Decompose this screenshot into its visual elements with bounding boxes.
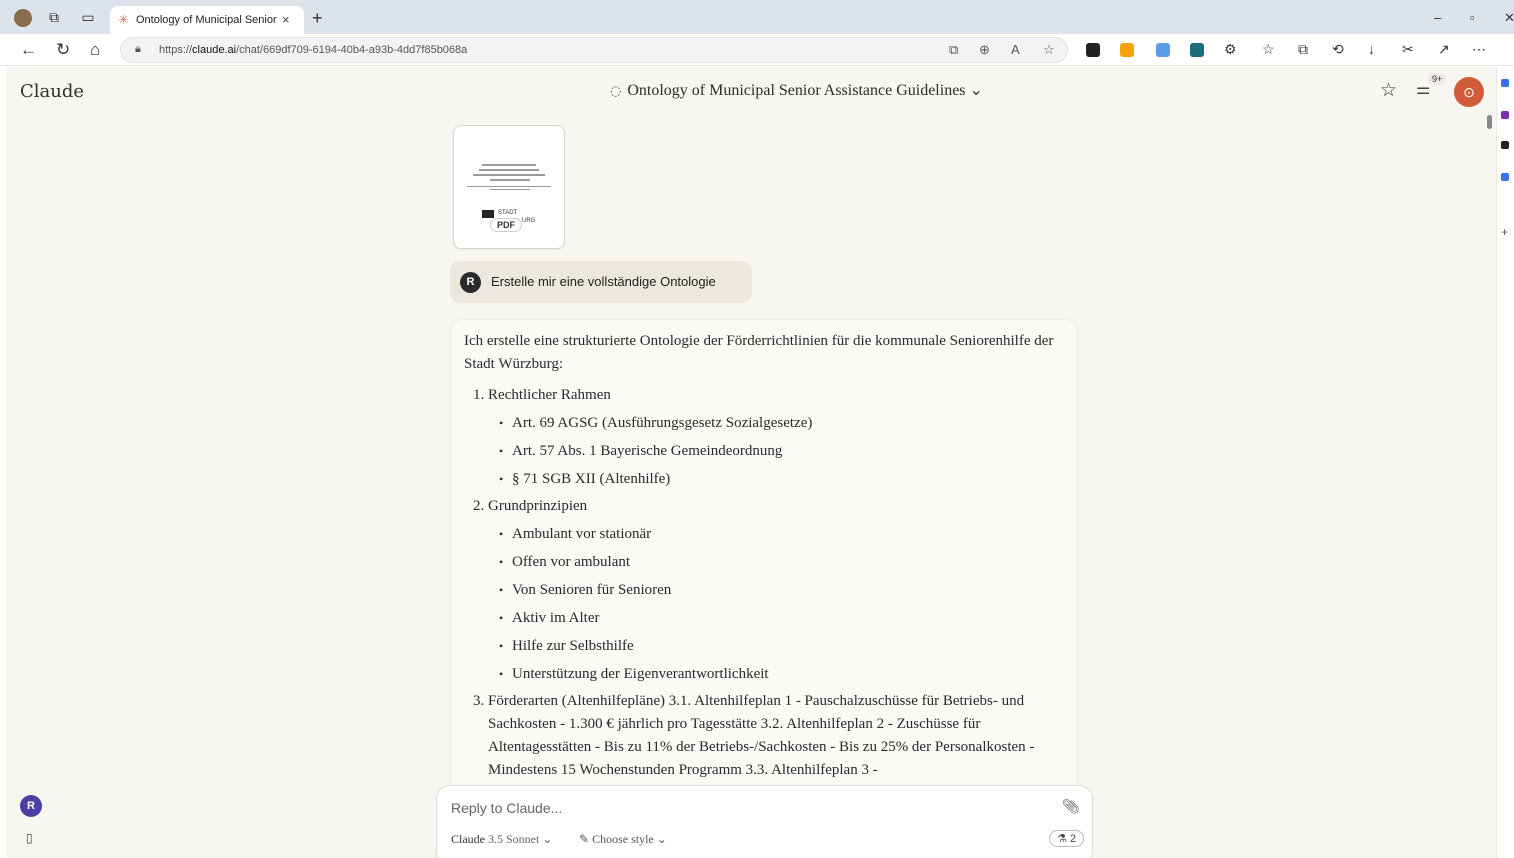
bullet-item: Hilfe zur Selbsthilfe <box>492 635 1064 658</box>
bullet-item: Art. 57 Abs. 1 Bayerische Gemeindeordnun… <box>492 440 1064 463</box>
pdf-text-line <box>479 169 539 171</box>
bullet-list: Ambulant vor stationär Offen vor ambulan… <box>492 523 1064 686</box>
pdf-text-line <box>490 179 530 181</box>
pen-icon: ✎ <box>579 832 590 846</box>
open-in-app-icon[interactable]: ⧉ <box>949 42 958 58</box>
section-item: Rechtlicher Rahmen Art. 69 AGSG (Ausführ… <box>488 384 1064 491</box>
bullet-item: Art. 69 AGSG (Ausführungsgesetz Sozialge… <box>492 412 1064 435</box>
pdf-attachment-card[interactable]: STADT URG PDF <box>453 125 565 249</box>
pdf-stadt-text: STADT <box>498 210 518 216</box>
flask-icon: ⚗ <box>1057 833 1067 845</box>
browser-sidebar: + <box>1496 67 1514 858</box>
bullet-item: § 71 SGB XII (Altenhilfe) <box>492 468 1064 491</box>
sidebar-app-icon[interactable] <box>1501 79 1509 87</box>
favorite-icon[interactable]: ☆ <box>1043 42 1055 58</box>
pdf-trail-text: URG <box>522 218 536 224</box>
browser-tab-strip: ⧉ ▭ ✳ Ontology of Municipal Senior Ass ×… <box>0 0 1514 34</box>
city-logo-icon <box>482 210 494 218</box>
tab-close-icon[interactable]: × <box>282 12 290 27</box>
extension-doc-icon[interactable] <box>1156 43 1170 57</box>
bullet-item: Ambulant vor stationär <box>492 523 1064 546</box>
minimize-button[interactable]: – <box>1434 10 1441 25</box>
screenshot-icon[interactable]: ✂ <box>1402 41 1414 58</box>
pdf-text-line <box>490 189 530 190</box>
style-selector[interactable]: ✎ Choose style ⌄ <box>579 832 667 847</box>
sidebar-copilot-icon[interactable] <box>1501 173 1509 181</box>
extension-link-icon[interactable] <box>1120 43 1134 57</box>
history-icon[interactable]: ⟲ <box>1332 41 1344 58</box>
browser-tab-active[interactable]: ✳ Ontology of Municipal Senior Ass × <box>110 6 304 34</box>
bullet-list: Art. 69 AGSG (Ausführungsgesetz Sozialge… <box>492 412 1064 491</box>
model-selector[interactable]: Claude 3.5 Sonnet ⌄ <box>451 832 552 847</box>
claude-favicon-icon: ✳ <box>118 12 129 27</box>
lock-icon: 🔒︎ <box>135 43 141 55</box>
bullet-item: Von Senioren für Senioren <box>492 579 1064 602</box>
bullet-item: Unterstützung der Eigenverantwortlichkei… <box>492 663 1064 686</box>
section-title: Grundprinzipien <box>488 498 588 514</box>
attachment-count-chip[interactable]: ⚗ 2 <box>1049 830 1085 847</box>
close-window-button[interactable]: ✕ <box>1504 10 1514 26</box>
extensions-icon[interactable]: ⚙ <box>1224 41 1237 58</box>
restore-button[interactable]: ▫ <box>1470 10 1475 25</box>
refresh-icon[interactable]: ↻ <box>56 40 70 60</box>
zoom-icon[interactable]: ⊕ <box>979 42 990 58</box>
response-intro: Ich erstelle eine strukturierte Ontologi… <box>464 333 1054 372</box>
ontology-list: Rechtlicher Rahmen Art. 69 AGSG (Ausführ… <box>488 384 1064 782</box>
address-bar[interactable]: 🔒︎ https://claude.ai/chat/669df709-6194-… <box>120 37 1068 63</box>
notification-badge: 9+ <box>1428 73 1447 85</box>
section-title: Rechtlicher Rahmen <box>488 387 611 403</box>
pdf-badge: PDF <box>490 218 522 232</box>
pdf-text-line <box>467 186 551 187</box>
response-body: Ich erstelle eine strukturierte Ontologi… <box>464 330 1064 786</box>
chat-title[interactable]: ◌ Ontology of Municipal Senior Assistance… <box>610 80 983 100</box>
user-avatar: R <box>460 272 481 293</box>
extension-app-icon[interactable] <box>1190 43 1204 57</box>
sidebar-add-icon[interactable]: + <box>1501 225 1508 239</box>
claude-app: Claude ◌ Ontology of Municipal Senior Ass… <box>6 67 1496 858</box>
collections-icon[interactable]: ⧉ <box>1298 41 1308 58</box>
tab-actions-icon[interactable]: ▭ <box>80 9 96 25</box>
new-tab-button[interactable]: + <box>312 8 323 29</box>
user-message: R Erstelle mir eine vollständige Ontolog… <box>450 261 752 303</box>
pdf-text-line <box>482 164 536 166</box>
account-button[interactable]: ⊙ <box>1454 77 1484 107</box>
section-item: Förderarten (Altenhilfepläne) 3.1. Alten… <box>488 690 1064 782</box>
reply-composer: Reply to Claude... 📎︎ Claude 3.5 Sonnet … <box>436 785 1093 858</box>
favorites-icon[interactable]: ☆ <box>1262 41 1275 58</box>
chat-bubble-icon: ◌ <box>610 84 622 99</box>
home-icon[interactable]: ⌂ <box>90 40 100 60</box>
scrollbar-thumb[interactable] <box>1487 115 1492 129</box>
chevron-down-icon: ⌄ <box>969 82 983 99</box>
user-message-text: Erstelle mir eine vollständige Ontologie <box>491 274 716 289</box>
pdf-text-line <box>473 174 545 176</box>
section-item: Grundprinzipien Ambulant vor stationär O… <box>488 495 1064 686</box>
extension-notion-icon[interactable] <box>1086 43 1100 57</box>
sidebar-toggle-icon[interactable]: ▯ <box>26 831 33 845</box>
star-icon[interactable]: ☆ <box>1380 79 1397 102</box>
tab-title: Ontology of Municipal Senior Ass <box>136 14 278 26</box>
sidebar-onenote-icon[interactable] <box>1501 111 1509 119</box>
read-aloud-icon[interactable]: A <box>1011 42 1020 57</box>
bullet-item: Aktiv im Alter <box>492 607 1064 630</box>
reply-input[interactable]: Reply to Claude... <box>451 800 562 816</box>
more-icon[interactable]: ⋯ <box>1472 41 1486 58</box>
browser-toolbar: ← ↻ ⌂ 🔒︎ https://claude.ai/chat/669df709… <box>0 34 1514 66</box>
paperclip-icon[interactable]: 📎︎ <box>1062 798 1080 815</box>
claude-logo[interactable]: Claude <box>20 81 84 102</box>
profile-avatar[interactable] <box>14 9 32 27</box>
sidebar-user-avatar[interactable]: R <box>20 795 42 817</box>
sidebar-tool-icon[interactable] <box>1501 141 1509 149</box>
downloads-icon[interactable]: ↓ <box>1368 41 1375 57</box>
back-icon[interactable]: ← <box>20 40 37 60</box>
workspaces-icon[interactable]: ⧉ <box>46 9 62 25</box>
assistant-response: Ich erstelle eine strukturierte Ontologi… <box>450 319 1078 858</box>
bullet-item: Offen vor ambulant <box>492 551 1064 574</box>
section-paragraph: Förderarten (Altenhilfepläne) 3.1. Alten… <box>488 693 1035 778</box>
url-text: https://claude.ai/chat/669df709-6194-40b… <box>159 44 468 56</box>
share-icon[interactable]: ↗ <box>1438 41 1450 58</box>
